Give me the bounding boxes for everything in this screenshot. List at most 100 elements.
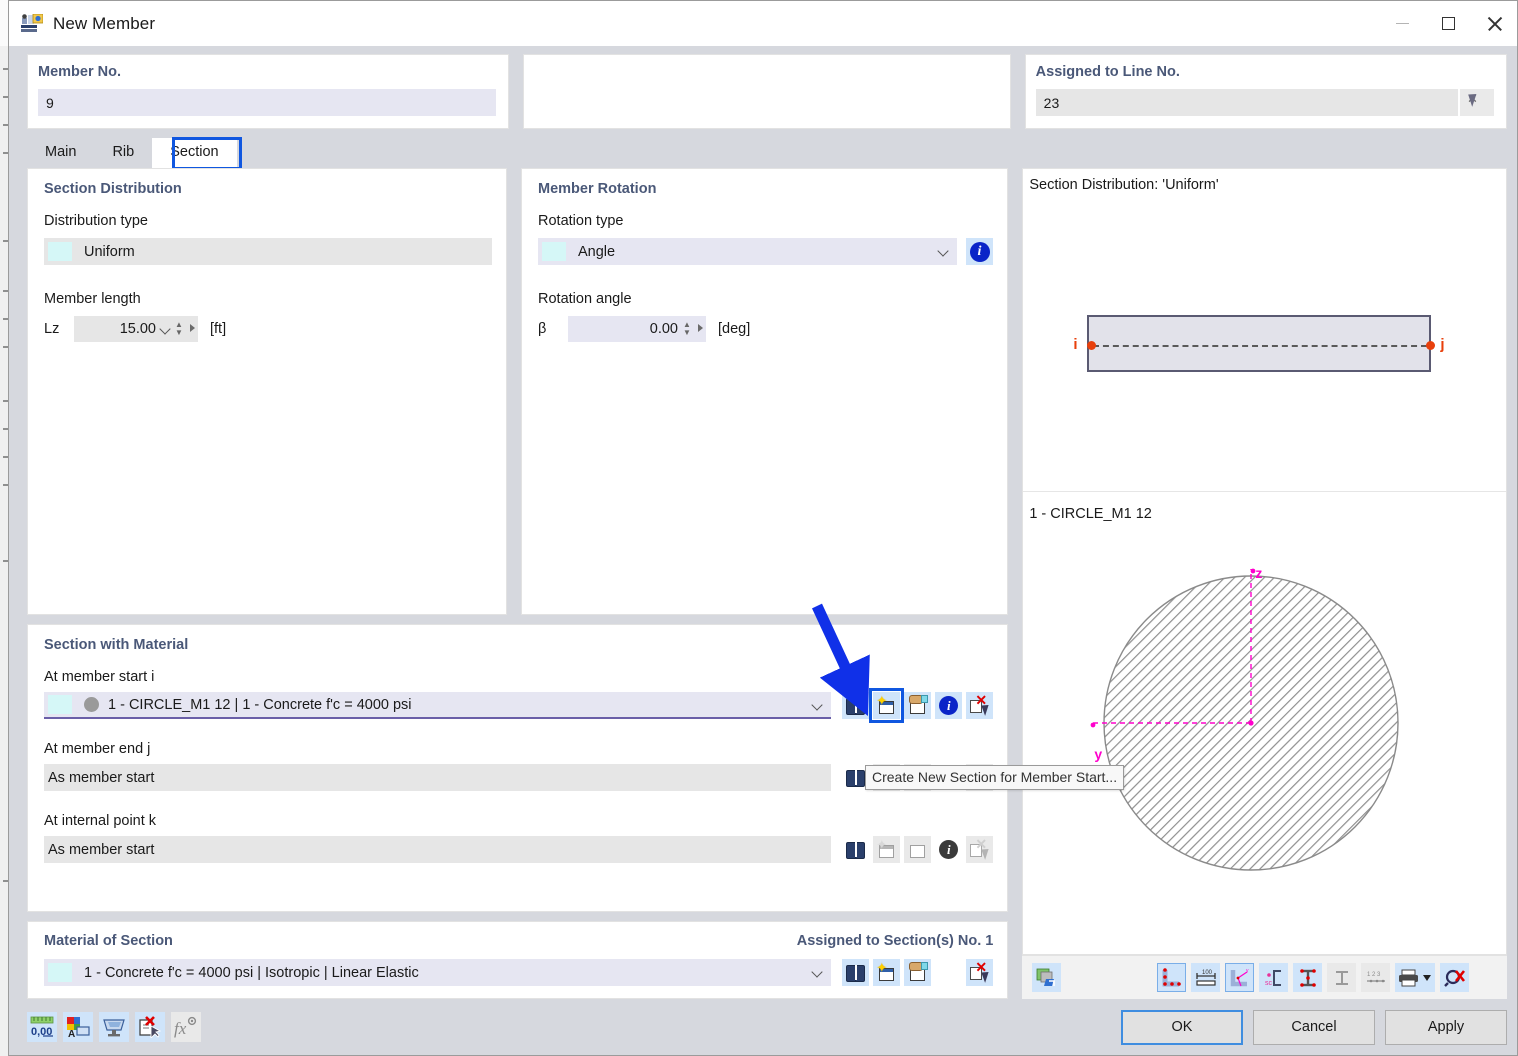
section-with-material-panel: Section with Material At member start i … <box>27 624 1009 912</box>
header-row: Member No. Assigned to Line No. ✕ <box>9 46 1517 129</box>
svg-text:fx: fx <box>174 1019 187 1038</box>
middle-label <box>534 64 997 80</box>
show-thickness-icon <box>1327 963 1357 992</box>
chevron-down-icon[interactable] <box>813 701 822 710</box>
print-icon[interactable] <box>1395 963 1436 992</box>
member-start-section-value: 1 - CIRCLE_M1 12 | 1 - Concrete f'c = 40… <box>108 696 412 713</box>
tab-rib[interactable]: Rib <box>94 138 152 168</box>
play-forward-icon[interactable] <box>190 324 195 332</box>
member-end-section-field[interactable]: As member start <box>44 764 832 791</box>
minimize-icon[interactable] <box>1379 1 1425 46</box>
zoom-reset-icon[interactable] <box>1440 963 1470 992</box>
library-icon[interactable] <box>842 692 870 719</box>
member-no-group: Member No. <box>27 54 510 129</box>
create-new-material-icon[interactable]: ✦ <box>873 959 901 986</box>
member-icon <box>21 13 44 34</box>
material-row: 1 - Concrete f'c = 4000 psi | Isotropic … <box>44 959 994 986</box>
material-color-swatch <box>48 963 72 982</box>
bottom-left-toolbar: 0,00 A fx <box>27 1012 201 1042</box>
show-axes-icon[interactable]: y <box>1225 963 1255 992</box>
internal-point-section-field[interactable]: As member start <box>44 836 832 863</box>
rotation-angle-symbol: β <box>538 321 547 337</box>
edit-section-icon[interactable] <box>904 692 932 719</box>
member-length-value: 15.00 <box>119 321 156 337</box>
member-axis-line <box>1093 345 1428 347</box>
chevron-down-icon[interactable] <box>161 325 170 334</box>
close-icon[interactable] <box>1471 1 1517 46</box>
circle-section-icon <box>84 697 99 712</box>
node-i-label: i <box>1073 336 1078 353</box>
rotation-angle-unit: [deg] <box>718 321 751 337</box>
info-icon[interactable]: i <box>935 836 962 863</box>
render-section-icon[interactable] <box>1032 963 1062 992</box>
left-column: Section Distribution Distribution type U… <box>27 168 1009 999</box>
create-new-section-icon[interactable]: ✦ <box>869 688 905 723</box>
distribution-type-color-swatch <box>48 242 72 261</box>
rotation-type-select[interactable]: Angle <box>538 238 957 265</box>
member-length-row: Lz 15.00 ▲ ▼ [ft] <box>44 316 492 342</box>
member-no-label: Member No. <box>38 64 121 80</box>
material-select[interactable]: 1 - Concrete f'c = 4000 psi | Isotropic … <box>44 959 832 986</box>
units-icon[interactable]: 0,00 <box>27 1012 57 1042</box>
member-length-input[interactable]: 15.00 ▲ ▼ <box>74 316 198 342</box>
screen: New Member Member No. Assigned to Line N… <box>0 0 1518 1056</box>
cancel-button[interactable]: Cancel <box>1253 1009 1375 1045</box>
view-icon[interactable] <box>99 1012 129 1042</box>
rotation-angle-input[interactable]: 0.00 ▲ ▼ <box>568 316 706 342</box>
pick-cursor-icon[interactable]: ✕ <box>1460 89 1495 116</box>
internal-point-section-value: As member start <box>48 841 155 858</box>
assigned-to-sections-text: Assigned to Section(s) No. 1 <box>796 933 994 949</box>
member-elevation-shape <box>1087 315 1432 372</box>
section-color-swatch <box>48 695 72 714</box>
window-controls <box>1379 1 1517 46</box>
assigned-line-label: Assigned to Line No. <box>1035 64 1180 80</box>
new-member-dialog: New Member Member No. Assigned to Line N… <box>8 0 1518 1056</box>
section-distribution-title: Section Distribution <box>44 181 182 197</box>
tab-section[interactable]: Section <box>152 138 237 168</box>
show-stress-points-icon[interactable] <box>1293 963 1323 992</box>
member-start-section-select[interactable]: 1 - CIRCLE_M1 12 | 1 - Concrete f'c = 40… <box>44 692 832 719</box>
display-properties-icon[interactable]: A <box>63 1012 93 1042</box>
spinner-icon[interactable]: ▲ ▼ <box>175 321 183 337</box>
tab-strip: Main Rib Section <box>9 135 1517 170</box>
delete-icon[interactable] <box>135 1012 165 1042</box>
section-distribution-panel: Section Distribution Distribution type U… <box>27 168 507 615</box>
edit-material-icon[interactable] <box>904 959 932 986</box>
show-dimensions-icon[interactable]: 100 <box>1191 963 1221 992</box>
delete-section-icon: ✕ <box>966 836 994 863</box>
cross-section-drawing <box>1090 568 1400 871</box>
distribution-type-select[interactable]: Uniform <box>44 238 492 265</box>
library-icon[interactable] <box>842 836 869 863</box>
material-of-section-panel: Material of Section Assigned to Section(… <box>27 921 1009 999</box>
delete-material-icon[interactable]: ✕ <box>966 959 994 986</box>
library-icon[interactable] <box>842 959 870 986</box>
member-no-input[interactable] <box>38 89 497 116</box>
play-forward-icon[interactable] <box>698 324 703 332</box>
apply-button[interactable]: Apply <box>1385 1009 1507 1045</box>
section-preview-panel[interactable]: Section Distribution: 'Uniform' i j 1 - … <box>1022 168 1507 955</box>
title-bar: New Member <box>9 1 1517 46</box>
chevron-down-icon[interactable] <box>939 247 948 256</box>
info-icon[interactable]: i <box>966 238 993 265</box>
dialog-buttons: OK Cancel Apply <box>1121 1009 1507 1045</box>
distribution-type-value: Uniform <box>84 243 135 260</box>
chevron-down-icon[interactable] <box>813 968 822 977</box>
svg-text:sc: sc <box>1265 980 1273 987</box>
assigned-line-input[interactable] <box>1035 89 1459 116</box>
window-title: New Member <box>53 13 156 33</box>
distribution-type-label: Distribution type <box>44 213 148 229</box>
node-j-label: j <box>1440 336 1445 353</box>
tab-main[interactable]: Main <box>27 138 94 168</box>
top-panels-row: Section Distribution Distribution type U… <box>27 168 1008 615</box>
maximize-icon[interactable] <box>1425 1 1471 46</box>
ok-button[interactable]: OK <box>1121 1009 1243 1045</box>
member-start-row: 1 - CIRCLE_M1 12 | 1 - Concrete f'c = 40… <box>44 688 994 723</box>
member-end-label: At member end j <box>44 741 151 757</box>
show-shear-center-icon[interactable]: sc <box>1259 963 1289 992</box>
show-section-points-icon[interactable] <box>1157 963 1187 992</box>
spinner-icon[interactable]: ▲ ▼ <box>683 321 691 337</box>
info-icon[interactable]: i <box>935 692 963 719</box>
delete-section-icon[interactable]: ✕ <box>966 692 994 719</box>
tooltip: Create New Section for Member Start... <box>865 765 1125 790</box>
formula-icon: fx <box>171 1012 201 1042</box>
